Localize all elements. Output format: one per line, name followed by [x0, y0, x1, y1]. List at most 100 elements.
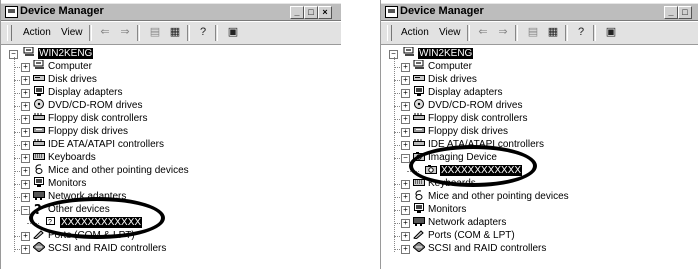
expand-toggle[interactable]: + — [401, 180, 410, 189]
device-manager-icon — [5, 6, 18, 18]
tree-item[interactable]: Keyboards — [413, 177, 476, 190]
tree-item[interactable]: Mice and other pointing devices — [413, 190, 569, 203]
tree-item[interactable]: Mice and other pointing devices — [33, 164, 189, 177]
expand-toggle[interactable]: + — [401, 245, 410, 254]
tree-item[interactable]: SCSI and RAID controllers — [33, 242, 166, 255]
minimize-button[interactable]: _ — [664, 6, 678, 19]
expand-toggle[interactable]: + — [401, 193, 410, 202]
tree-item[interactable]: Network adapters — [413, 216, 506, 229]
title-bar[interactable]: Device Manager _ □ × — [1, 3, 341, 21]
properties-icon[interactable]: ▣ — [225, 25, 241, 40]
expand-toggle[interactable]: + — [401, 219, 410, 228]
tree-item[interactable]: Disk drives — [413, 73, 477, 86]
back-arrow-icon[interactable]: ⇐ — [97, 25, 113, 40]
monitor-icon — [413, 203, 425, 213]
expand-toggle[interactable]: + — [21, 89, 30, 98]
tree-item[interactable]: Floppy disk drives — [33, 125, 128, 138]
floppy-icon — [413, 125, 425, 135]
tree-item[interactable]: Floppy disk controllers — [33, 112, 147, 125]
expand-toggle[interactable]: + — [401, 232, 410, 241]
menu-view[interactable]: View — [61, 27, 83, 38]
expand-toggle[interactable]: + — [401, 63, 410, 72]
expand-toggle[interactable]: + — [401, 76, 410, 85]
expand-toggle[interactable]: + — [21, 245, 30, 254]
tree-item[interactable]: Computer — [413, 60, 472, 73]
tree-root[interactable]: WIN2KENG — [23, 47, 94, 60]
maximize-button[interactable]: □ — [304, 6, 318, 19]
toolbar-separator — [515, 25, 518, 41]
expand-toggle[interactable]: + — [401, 128, 410, 137]
device-manager-window-right: Device Manager _ □ Action View ⇐ ⇒ ▤ ▦ ?… — [380, 0, 698, 269]
tree-item[interactable]: Ports (COM & LPT) — [33, 229, 135, 242]
tree-item[interactable]: Display adapters — [413, 86, 502, 99]
expand-toggle[interactable]: + — [21, 154, 30, 163]
tree-item-label: Floppy disk controllers — [48, 113, 148, 124]
tree-item[interactable]: Monitors — [33, 177, 86, 190]
expand-toggle[interactable]: + — [21, 128, 30, 137]
expand-toggle[interactable]: + — [21, 232, 30, 241]
tree-item-label: SCSI and RAID controllers — [428, 243, 547, 254]
disk-drive-icon — [413, 73, 425, 83]
expand-toggle[interactable]: + — [401, 141, 410, 150]
expand-toggle[interactable]: + — [401, 206, 410, 215]
tree-item[interactable]: Computer — [33, 60, 92, 73]
tree-item[interactable]: Floppy disk drives — [413, 125, 508, 138]
tree-item[interactable]: Keyboards — [33, 151, 96, 164]
tree-item-label: Ports (COM & LPT) — [428, 230, 515, 241]
collapse-toggle[interactable]: − — [401, 154, 410, 163]
tree-item[interactable]: IDE ATA/ATAPI controllers — [33, 138, 164, 151]
toolbar-grip[interactable] — [7, 25, 12, 41]
menu-view[interactable]: View — [439, 27, 461, 38]
maximize-button[interactable]: □ — [678, 6, 692, 19]
menu-action[interactable]: Action — [401, 27, 429, 38]
monitor-icon — [413, 86, 425, 96]
expand-toggle[interactable]: + — [401, 89, 410, 98]
help-icon[interactable]: ? — [195, 25, 211, 40]
tree-item[interactable]: Display adapters — [33, 86, 122, 99]
expand-toggle[interactable]: + — [21, 102, 30, 111]
device-tree: − WIN2KENG + Computer + Disk drives + Display a… — [1, 47, 341, 269]
expand-toggle[interactable]: + — [21, 76, 30, 85]
show-hide-tree-icon[interactable]: ▦ — [167, 25, 183, 40]
tree-item-label: Keyboards — [48, 152, 96, 163]
up-folder-icon[interactable]: ▤ — [525, 25, 541, 40]
title-bar[interactable]: Device Manager _ □ — [381, 3, 698, 21]
toolbar: Action View ⇐ ⇒ ▤ ▦ ? ▣ — [1, 22, 341, 45]
forward-arrow-icon[interactable]: ⇒ — [117, 25, 133, 40]
expand-toggle[interactable]: + — [401, 115, 410, 124]
tree-item[interactable]: Floppy disk controllers — [413, 112, 527, 125]
help-icon[interactable]: ? — [573, 25, 589, 40]
tree-item[interactable]: DVD/CD-ROM drives — [33, 99, 142, 112]
expand-toggle[interactable]: + — [21, 193, 30, 202]
collapse-toggle[interactable]: − — [21, 206, 30, 215]
back-arrow-icon[interactable]: ⇐ — [475, 25, 491, 40]
tree-item-label: Monitors — [48, 178, 87, 189]
expand-toggle[interactable]: + — [21, 167, 30, 176]
tree-item-label: Network adapters — [428, 217, 507, 228]
tree-item[interactable]: Ports (COM & LPT) — [413, 229, 515, 242]
show-hide-tree-icon[interactable]: ▦ — [545, 25, 561, 40]
tree-item-label: Disk drives — [428, 74, 477, 85]
up-folder-icon[interactable]: ▤ — [147, 25, 163, 40]
tree-item[interactable]: Monitors — [413, 203, 466, 216]
close-button[interactable]: × — [318, 6, 332, 19]
tree-item-label: Ports (COM & LPT) — [48, 230, 135, 241]
expand-toggle[interactable]: + — [21, 63, 30, 72]
expand-toggle[interactable]: + — [21, 115, 30, 124]
menu-action[interactable]: Action — [23, 27, 51, 38]
tree-item[interactable]: DVD/CD-ROM drives — [413, 99, 522, 112]
expand-toggle[interactable]: + — [21, 180, 30, 189]
forward-arrow-icon[interactable]: ⇒ — [495, 25, 511, 40]
expand-toggle[interactable]: + — [21, 141, 30, 150]
cdrom-icon — [413, 99, 425, 109]
tree-item[interactable]: Disk drives — [33, 73, 97, 86]
tree-root[interactable]: WIN2KENG — [403, 47, 474, 60]
tree-item-label: Computer — [48, 61, 92, 72]
minimize-button[interactable]: _ — [290, 6, 304, 19]
toolbar-grip[interactable] — [387, 25, 392, 41]
toolbar-separator — [467, 25, 470, 41]
toolbar-separator — [187, 25, 190, 41]
properties-icon[interactable]: ▣ — [603, 25, 619, 40]
tree-item[interactable]: SCSI and RAID controllers — [413, 242, 546, 255]
expand-toggle[interactable]: + — [401, 102, 410, 111]
